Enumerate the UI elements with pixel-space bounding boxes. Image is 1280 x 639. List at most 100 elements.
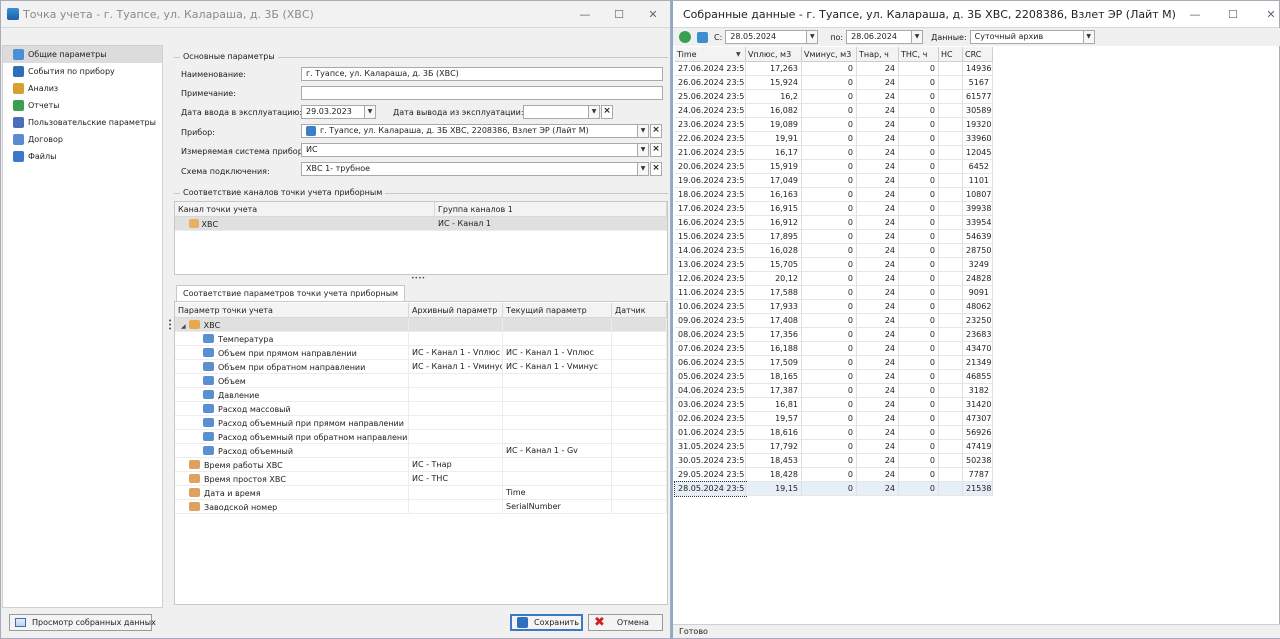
param-row[interactable]: Объем при обратном направлении ИС - Канал… [175, 360, 667, 374]
time-cell[interactable]: 19.06.2024 23:59 [675, 174, 746, 188]
params-header-archive[interactable]: Архивный параметр [409, 303, 503, 318]
param-row[interactable]: Заводской номер SerialNumber [175, 500, 667, 514]
params-header-sensor[interactable]: Датчик [612, 303, 667, 318]
data-header-cell[interactable]: Tнар, ч [857, 47, 899, 62]
clear-device-icon[interactable]: × [650, 124, 662, 138]
tab-params-mapping[interactable]: Соответствие параметров точки учета приб… [176, 285, 406, 302]
time-cell[interactable]: 10.06.2024 23:59 [675, 300, 746, 314]
time-cell[interactable]: 29.05.2024 23:59 [675, 468, 746, 482]
time-cell[interactable]: 15.06.2024 23:59 [675, 230, 746, 244]
time-cell[interactable]: 25.06.2024 23:59 [675, 90, 746, 104]
to-date-dropdown-icon[interactable]: ▼ [911, 30, 924, 44]
close-button[interactable]: ✕ [636, 8, 670, 21]
nav-item[interactable]: События по прибору [3, 63, 162, 80]
time-cell[interactable]: 07.06.2024 23:59 [675, 342, 746, 356]
param-row[interactable]: Объем [175, 374, 667, 388]
param-row[interactable]: Температура [175, 332, 667, 346]
time-cell[interactable]: 22.06.2024 23:59 [675, 132, 746, 146]
data-header-cell[interactable]: CRC [963, 47, 993, 62]
time-cell[interactable]: 04.06.2024 23:59 [675, 384, 746, 398]
time-cell[interactable]: 09.06.2024 23:59 [675, 314, 746, 328]
param-row[interactable]: Расход массовый [175, 402, 667, 416]
time-cell[interactable]: 06.06.2024 23:59 [675, 356, 746, 370]
time-cell[interactable]: 30.05.2024 23:59 [675, 454, 746, 468]
time-cell[interactable]: 27.06.2024 23:59 [675, 62, 746, 76]
time-cell[interactable]: 01.06.2024 23:59 [675, 426, 746, 440]
scheme-dropdown-icon[interactable]: ▼ [637, 162, 649, 176]
time-cell[interactable]: 28.05.2024 23:59 [674, 481, 747, 497]
nav-item[interactable]: Файлы [3, 148, 162, 165]
system-dropdown-icon[interactable]: ▼ [637, 143, 649, 157]
nav-item[interactable]: Общие параметры [3, 46, 162, 63]
splitter-handle[interactable]: •••• [411, 275, 425, 282]
cancel-button[interactable]: ✖ Отмена [588, 614, 663, 631]
commission-date-field[interactable]: 29.03.2023 [301, 105, 365, 119]
maximize-button[interactable]: ☐ [1214, 8, 1252, 21]
channels-header-point[interactable]: Канал точки учета [175, 202, 435, 217]
time-cell[interactable]: 05.06.2024 23:59 [675, 370, 746, 384]
time-cell[interactable]: 18.06.2024 23:59 [675, 188, 746, 202]
close-button[interactable]: ✕ [1252, 8, 1280, 21]
device-dropdown-icon[interactable]: ▼ [637, 124, 649, 138]
param-row[interactable]: Время простоя ХВС ИС - ТНС [175, 472, 667, 486]
view-collected-data-button[interactable]: Просмотр собранных данных [9, 614, 156, 631]
params-header-current[interactable]: Текущий параметр [503, 303, 612, 318]
clear-scheme-icon[interactable]: × [650, 162, 662, 176]
data-header-cell[interactable]: Vминус, м3 [802, 47, 857, 62]
time-cell[interactable]: 21.06.2024 23:59 [675, 146, 746, 160]
commission-date-dropdown-icon[interactable]: ▼ [364, 105, 376, 119]
nav-item[interactable]: Анализ [3, 80, 162, 97]
system-field[interactable]: ИС [301, 143, 638, 157]
clear-system-icon[interactable]: × [650, 143, 662, 157]
param-row[interactable]: Время работы ХВС ИС - Тнар [175, 458, 667, 472]
time-cell[interactable]: 11.06.2024 23:59 [675, 286, 746, 300]
time-cell[interactable]: 20.06.2024 23:59 [675, 160, 746, 174]
data-type-dropdown-icon[interactable]: ▼ [1082, 30, 1095, 44]
data-header-cell[interactable]: НС [939, 47, 963, 62]
param-row[interactable]: Объем при прямом направлении ИС - Канал 1… [175, 346, 667, 360]
side-grip-icon[interactable]: • • • [168, 318, 172, 333]
to-date-field[interactable]: 28.06.2024 [846, 30, 913, 44]
params-header-point[interactable]: Параметр точки учета [175, 303, 409, 318]
time-cell[interactable]: 03.06.2024 23:59 [675, 398, 746, 412]
time-cell[interactable]: 02.06.2024 23:59 [675, 412, 746, 426]
maximize-button[interactable]: ☐ [602, 8, 636, 21]
left-title-bar[interactable]: Точка учета - г. Туапсе, ул. Калараша, д… [1, 1, 670, 28]
data-header-cell[interactable]: ТНС, ч [899, 47, 939, 62]
from-date-field[interactable]: 28.05.2024 [725, 30, 808, 44]
time-cell[interactable]: 26.06.2024 23:59 [675, 76, 746, 90]
param-row[interactable]: Давление [175, 388, 667, 402]
device-field[interactable]: г. Туапсе, ул. Калараша, д. 3Б ХВС, 2208… [301, 124, 638, 138]
nav-item[interactable]: Договор [3, 131, 162, 148]
param-row[interactable]: Расход объемный при прямом направлении [175, 416, 667, 430]
decommission-date-field[interactable] [523, 105, 589, 119]
time-cell[interactable]: 13.06.2024 23:59 [675, 258, 746, 272]
load-icon[interactable] [697, 31, 708, 43]
minimize-button[interactable]: — [568, 8, 602, 21]
nav-item[interactable]: Отчеты [3, 97, 162, 114]
name-field[interactable]: г. Туапсе, ул. Калараша, д. 3Б (ХВС) [301, 67, 663, 81]
save-button[interactable]: Сохранить [510, 614, 583, 631]
from-date-dropdown-icon[interactable]: ▼ [806, 30, 819, 44]
note-field[interactable] [301, 86, 663, 100]
data-type-select[interactable]: Суточный архив [969, 30, 1084, 44]
channel-row[interactable]: ХВС ИС - Канал 1 [175, 217, 667, 231]
nav-item[interactable]: Пользовательские параметры [3, 114, 162, 131]
refresh-icon[interactable] [679, 31, 691, 43]
time-cell[interactable]: 16.06.2024 23:59 [675, 216, 746, 230]
decommission-date-dropdown-icon[interactable]: ▼ [588, 105, 600, 119]
filter-dropdown-icon[interactable]: ▼ [736, 51, 741, 58]
right-title-bar[interactable]: Собранные данные - г. Туапсе, ул. Калара… [673, 1, 1279, 28]
time-cell[interactable]: 24.06.2024 23:59 [675, 104, 746, 118]
param-row[interactable]: ◢ ХВС [175, 318, 667, 332]
param-row[interactable]: Дата и время Time [175, 486, 667, 500]
minimize-button[interactable]: — [1176, 8, 1214, 21]
expand-icon[interactable]: ◢ [181, 323, 186, 330]
time-cell[interactable]: 14.06.2024 23:59 [675, 244, 746, 258]
clear-decommission-icon[interactable]: × [601, 105, 613, 119]
scheme-field[interactable]: ХВС 1- трубное [301, 162, 638, 176]
time-cell[interactable]: 12.06.2024 23:59 [675, 272, 746, 286]
time-cell[interactable]: 23.06.2024 23:59 [675, 118, 746, 132]
time-cell[interactable]: 17.06.2024 23:59 [675, 202, 746, 216]
param-row[interactable]: Расход объемный ИС - Канал 1 - Gv [175, 444, 667, 458]
